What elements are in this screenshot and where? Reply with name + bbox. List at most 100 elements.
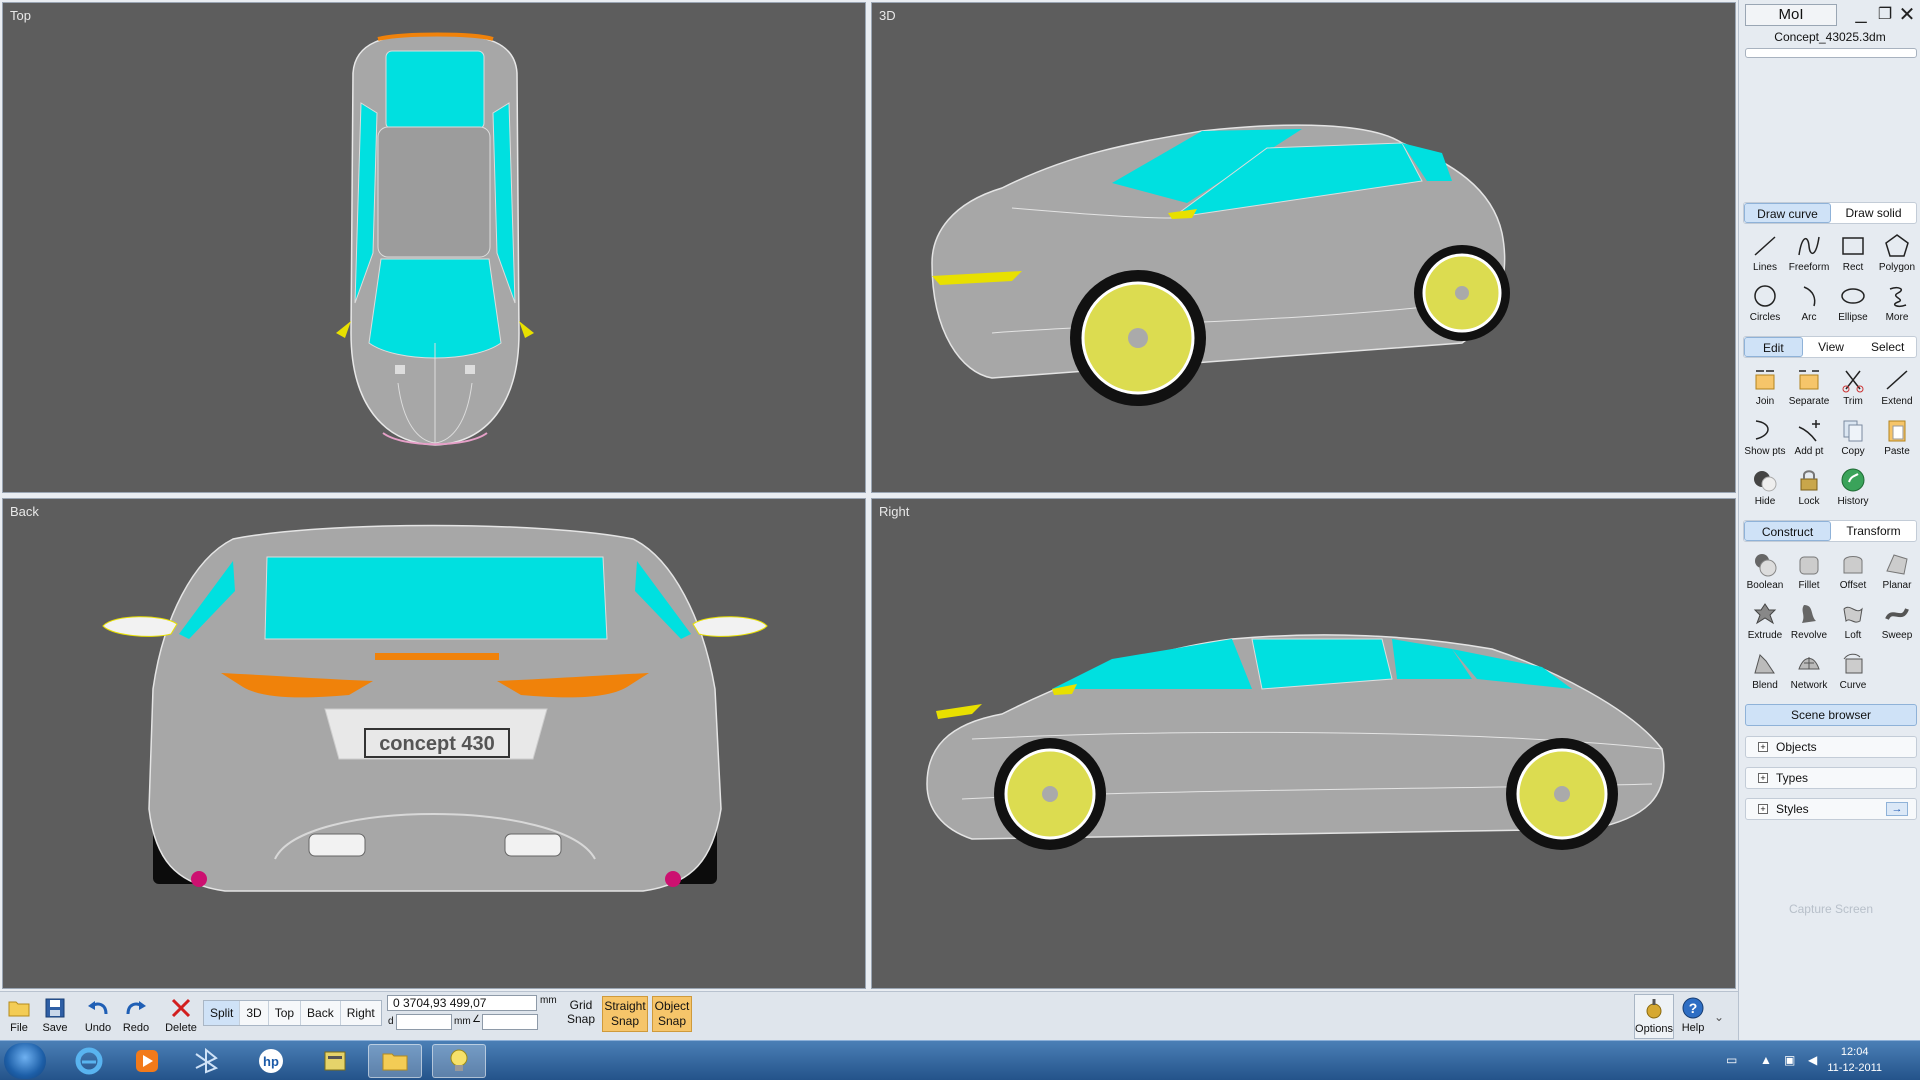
fillet-tool[interactable]: Fillet: [1787, 546, 1831, 596]
view-3d-button[interactable]: 3D: [240, 1001, 269, 1025]
minimize-icon[interactable]: _: [1849, 2, 1873, 25]
show-hidden-icon[interactable]: ▲: [1760, 1053, 1772, 1067]
tab-transform[interactable]: Transform: [1831, 521, 1916, 541]
tab-construct[interactable]: Construct: [1744, 521, 1831, 541]
help-button[interactable]: ? Help: [1678, 994, 1708, 1039]
paste-tool[interactable]: Paste: [1875, 412, 1919, 462]
tab-select[interactable]: Select: [1859, 337, 1916, 357]
lines-tool[interactable]: Lines: [1743, 228, 1787, 278]
viewport-back[interactable]: Back concept 430: [2, 498, 866, 989]
options-button[interactable]: Options: [1634, 994, 1674, 1039]
draw-tabbar: Draw curve Draw solid: [1743, 202, 1917, 224]
view-right-button[interactable]: Right: [341, 1001, 381, 1025]
restore-icon[interactable]: ❐: [1873, 4, 1897, 24]
network-tool[interactable]: Network: [1787, 646, 1831, 696]
keyboard-icon[interactable]: ▭: [1726, 1053, 1737, 1067]
start-button[interactable]: [4, 1043, 46, 1079]
coordinate-input[interactable]: 0 3704,93 499,07: [387, 995, 537, 1011]
offset-tool[interactable]: Offset: [1831, 546, 1875, 596]
trim-tool[interactable]: Trim: [1831, 362, 1875, 412]
join-tool[interactable]: Join: [1743, 362, 1787, 412]
redo-button[interactable]: Redo: [121, 994, 151, 1039]
show-points-tool[interactable]: Show pts: [1743, 412, 1787, 462]
rect-tool[interactable]: Rect: [1831, 228, 1875, 278]
loft-icon: [1838, 599, 1868, 629]
freeform-tool[interactable]: Freeform: [1787, 228, 1831, 278]
add-point-tool[interactable]: Add pt: [1787, 412, 1831, 462]
arrow-right-icon[interactable]: →: [1886, 802, 1908, 816]
viewport-area: Top 3D Back concept 430 Right: [0, 0, 1738, 991]
internet-explorer-icon[interactable]: [62, 1044, 116, 1078]
separate-tool[interactable]: Separate: [1787, 362, 1831, 412]
clock-time: 12:04: [1840, 1046, 1869, 1058]
hide-tool[interactable]: Hide: [1743, 462, 1787, 512]
help-icon: ?: [1679, 994, 1707, 1022]
viewport-right[interactable]: Right: [871, 498, 1736, 989]
curve-tool[interactable]: Curve: [1831, 646, 1875, 696]
ellipse-tool[interactable]: Ellipse: [1831, 278, 1875, 328]
chevron-down-icon[interactable]: ⌄: [1714, 1010, 1724, 1024]
object-snap-toggle[interactable]: Object Snap: [652, 996, 692, 1032]
grid-snap-toggle[interactable]: Grid Snap: [565, 998, 597, 1026]
sweep-tool[interactable]: Sweep: [1875, 596, 1919, 646]
moi-app-icon[interactable]: [432, 1044, 486, 1078]
arc-tool[interactable]: Arc: [1787, 278, 1831, 328]
view-top-button[interactable]: Top: [269, 1001, 302, 1025]
more-icon: [1882, 281, 1912, 311]
draw-tool-grid: Lines Freeform Rect Polygon Circles Arc …: [1743, 228, 1919, 328]
capture-screen-button[interactable]: Capture Screen: [1745, 902, 1917, 916]
tab-draw-solid[interactable]: Draw solid: [1831, 203, 1916, 223]
viewport-top[interactable]: Top: [2, 2, 866, 493]
angle-input[interactable]: [482, 1014, 538, 1030]
view-split-button[interactable]: Split: [204, 1001, 241, 1025]
extrude-tool[interactable]: Extrude: [1743, 596, 1787, 646]
scene-browser-button[interactable]: Scene browser: [1745, 704, 1917, 726]
history-tool[interactable]: History: [1831, 462, 1875, 512]
network-icon[interactable]: ▣: [1784, 1053, 1795, 1067]
more-tool[interactable]: More: [1875, 278, 1919, 328]
fillet-icon: [1794, 549, 1824, 579]
explorer-folder-icon[interactable]: [368, 1044, 422, 1078]
copy-tool[interactable]: Copy: [1831, 412, 1875, 462]
tab-view[interactable]: View: [1803, 337, 1860, 357]
distance-input[interactable]: [396, 1014, 452, 1030]
media-player-icon[interactable]: [120, 1044, 174, 1078]
scene-types-item[interactable]: + Types: [1745, 767, 1917, 789]
expand-icon[interactable]: +: [1758, 804, 1768, 814]
app-menu-button[interactable]: MoI: [1745, 4, 1837, 26]
scene-styles-item[interactable]: + Styles →: [1745, 798, 1917, 820]
system-clock[interactable]: 12:04 11-12-2011: [1827, 1044, 1882, 1076]
undo-button[interactable]: Undo: [83, 994, 113, 1039]
straight-snap-toggle[interactable]: Straight Snap: [602, 996, 648, 1032]
delete-button[interactable]: Delete: [164, 994, 198, 1039]
scene-objects-item[interactable]: + Objects: [1745, 736, 1917, 758]
undo-icon: [84, 994, 112, 1022]
polygon-tool[interactable]: Polygon: [1875, 228, 1919, 278]
save-button[interactable]: Save: [38, 994, 72, 1039]
extend-tool[interactable]: Extend: [1875, 362, 1919, 412]
folder-icon: [5, 994, 33, 1022]
bluetooth-icon[interactable]: [180, 1044, 234, 1078]
expand-icon[interactable]: +: [1758, 773, 1768, 783]
curve-icon: [1838, 649, 1868, 679]
expand-icon[interactable]: +: [1758, 742, 1768, 752]
hp-icon[interactable]: hp: [244, 1044, 298, 1078]
boolean-tool[interactable]: Boolean: [1743, 546, 1787, 596]
blend-tool[interactable]: Blend: [1743, 646, 1787, 696]
revolve-tool[interactable]: Revolve: [1787, 596, 1831, 646]
documents-icon[interactable]: [308, 1044, 362, 1078]
lock-tool[interactable]: Lock: [1787, 462, 1831, 512]
circles-tool[interactable]: Circles: [1743, 278, 1787, 328]
construct-tabbar: Construct Transform: [1743, 520, 1917, 542]
file-button[interactable]: File: [4, 994, 34, 1039]
sweep-icon: [1882, 599, 1912, 629]
planar-tool[interactable]: Planar: [1875, 546, 1919, 596]
viewport-3d[interactable]: 3D: [871, 2, 1736, 493]
tab-edit[interactable]: Edit: [1744, 337, 1803, 357]
tab-draw-curve[interactable]: Draw curve: [1744, 203, 1831, 223]
loft-tool[interactable]: Loft: [1831, 596, 1875, 646]
volume-icon[interactable]: ◀: [1808, 1053, 1817, 1067]
close-icon[interactable]: ✕: [1895, 2, 1919, 27]
view-back-button[interactable]: Back: [301, 1001, 341, 1025]
distance-label: d: [388, 1016, 394, 1027]
